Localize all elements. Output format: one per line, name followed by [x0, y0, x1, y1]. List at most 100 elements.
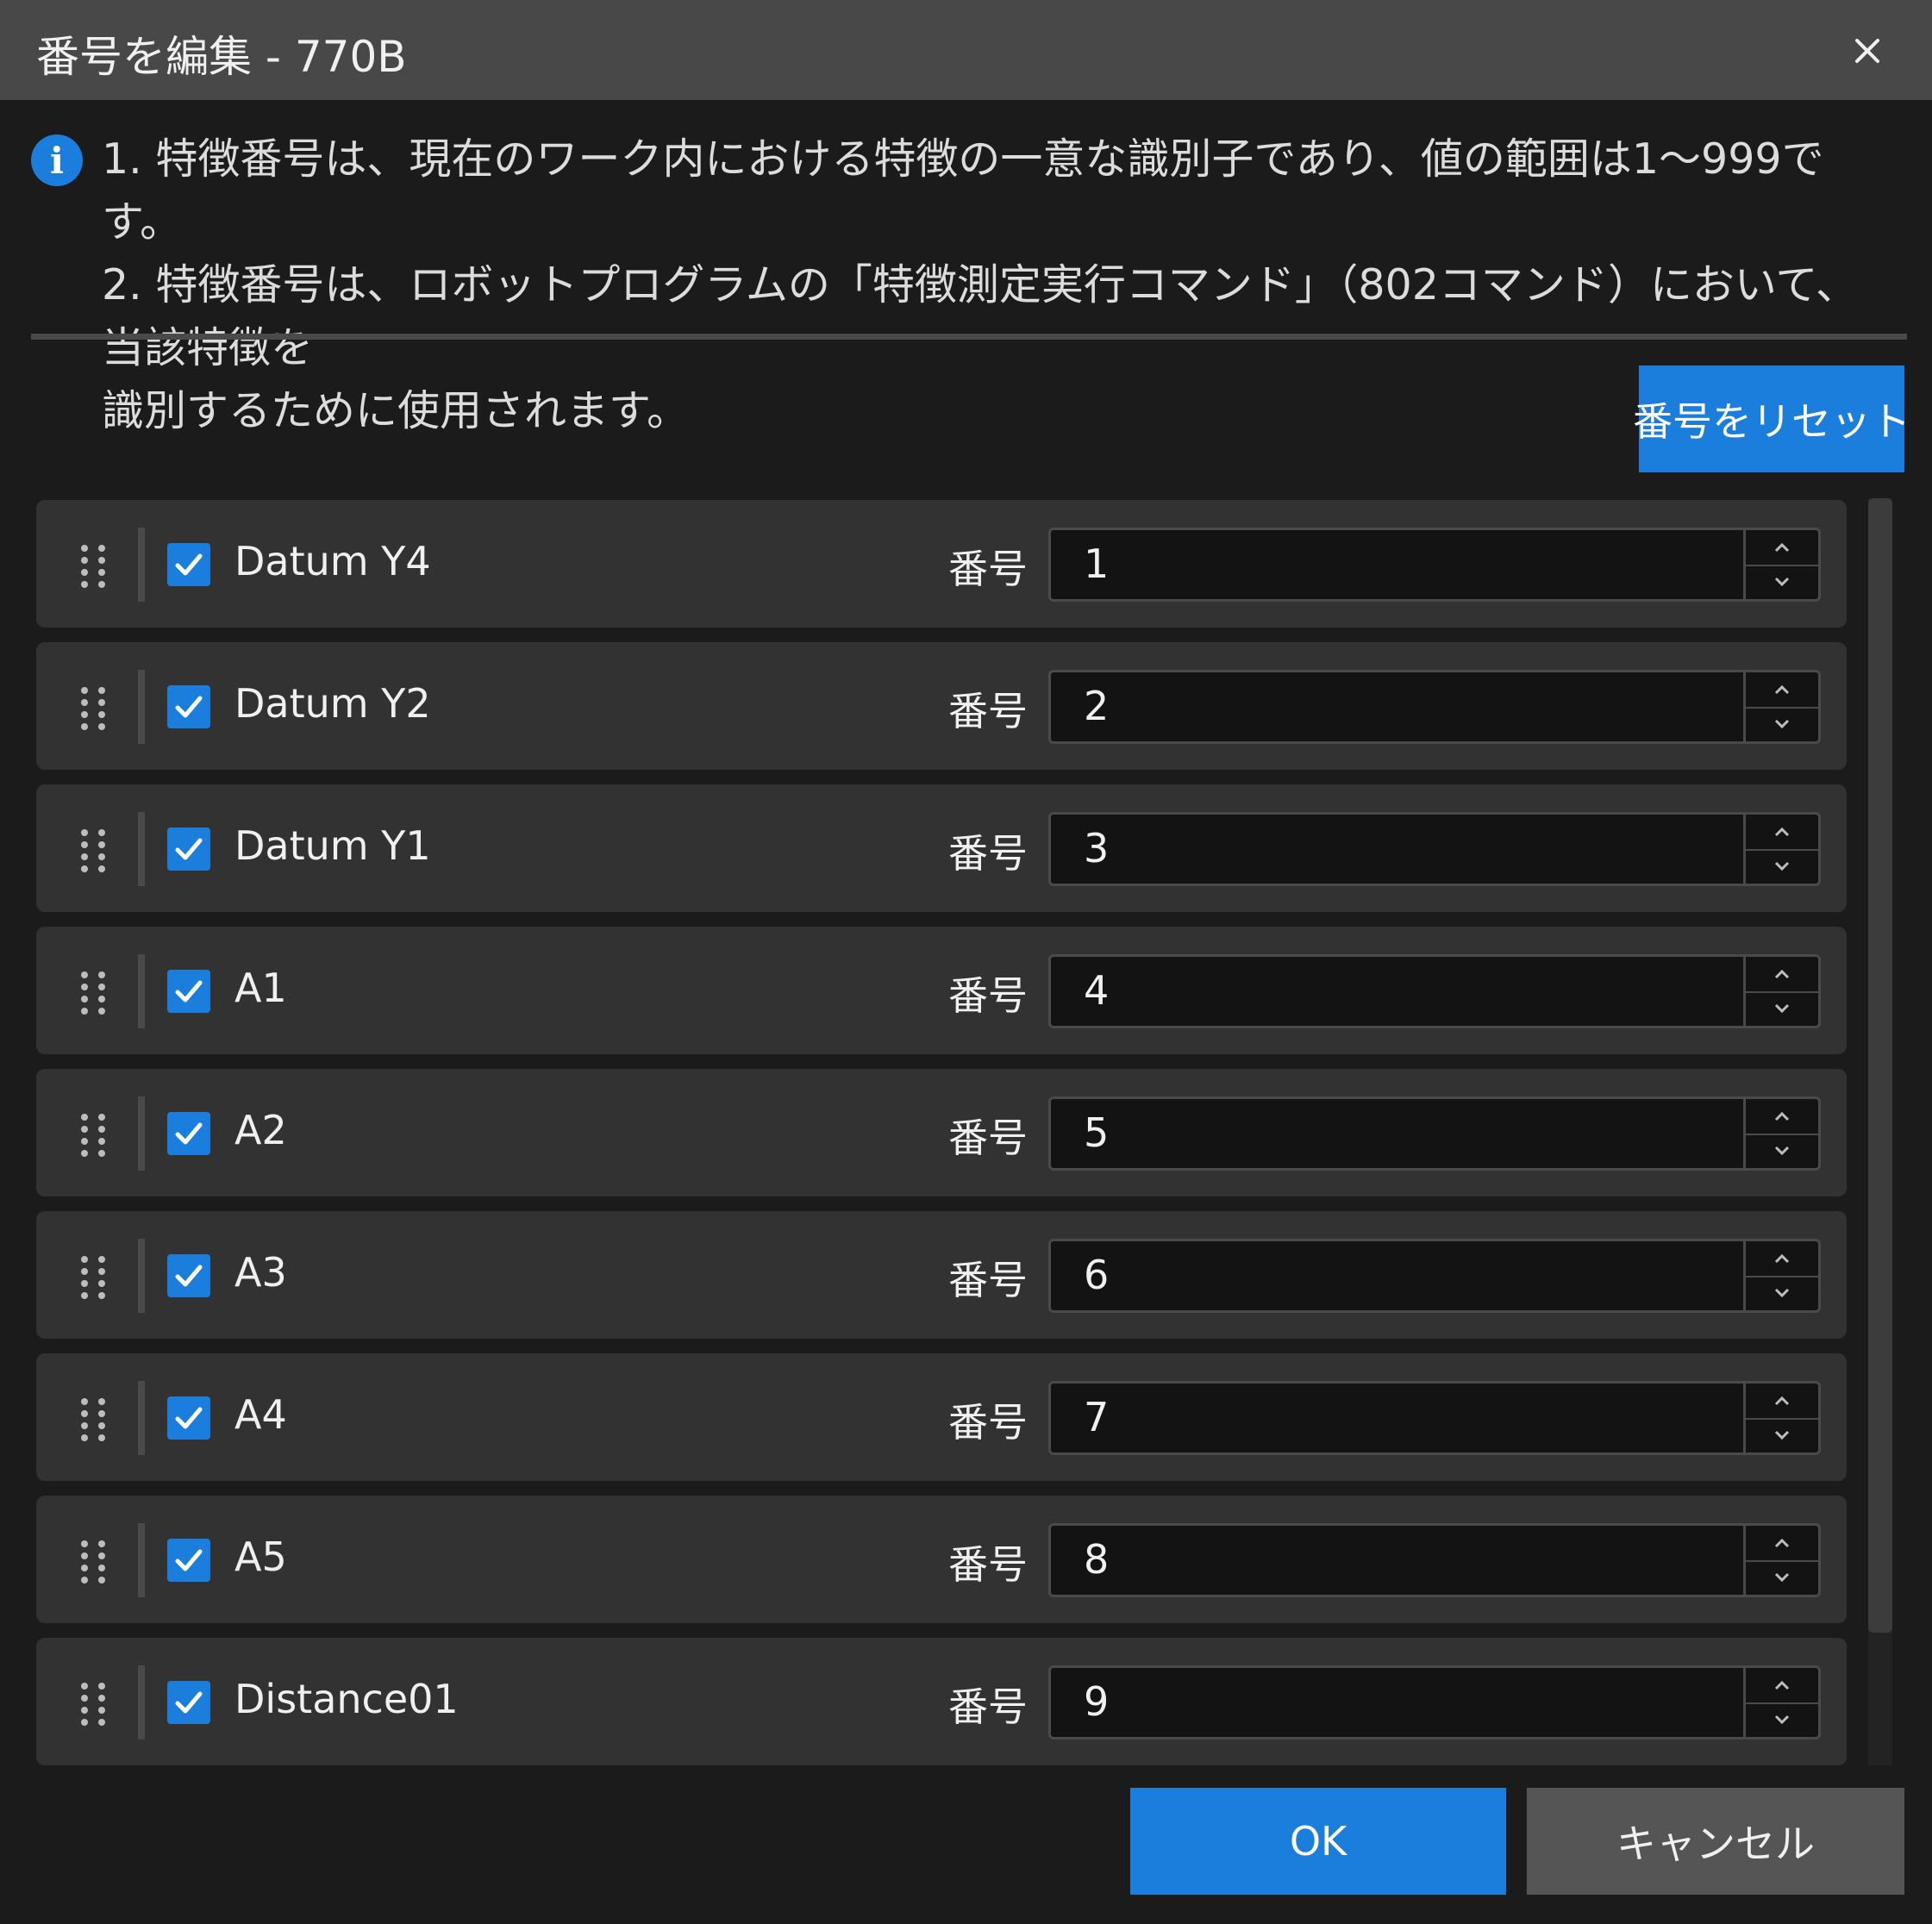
- number-value[interactable]: 2: [1084, 683, 1109, 729]
- number-input[interactable]: 5: [1048, 1096, 1821, 1171]
- info-icon: i: [31, 134, 83, 186]
- number-value[interactable]: 5: [1084, 1109, 1109, 1156]
- number-label: 番号: [948, 1684, 1028, 1730]
- number-value[interactable]: 3: [1084, 825, 1109, 871]
- spin-up-icon[interactable]: [1746, 815, 1818, 851]
- checkmark-icon: [175, 1691, 203, 1714]
- feature-row[interactable]: Datum Y2 番号 2: [36, 642, 1847, 770]
- number-input[interactable]: 6: [1048, 1239, 1821, 1313]
- number-spinner[interactable]: [1743, 957, 1818, 1026]
- feature-checkbox[interactable]: [167, 1112, 210, 1155]
- spin-up-icon[interactable]: [1746, 1384, 1818, 1420]
- number-value[interactable]: 9: [1084, 1678, 1109, 1725]
- spin-down-icon[interactable]: [1746, 991, 1818, 1026]
- spin-down-icon[interactable]: [1746, 565, 1818, 599]
- drag-handle-icon[interactable]: [76, 685, 110, 730]
- spin-up-icon[interactable]: [1746, 530, 1818, 566]
- number-value[interactable]: 4: [1084, 967, 1109, 1014]
- drag-handle-icon[interactable]: [76, 1396, 110, 1441]
- number-spinner[interactable]: [1743, 1526, 1818, 1595]
- cancel-button[interactable]: キャンセル: [1527, 1788, 1904, 1895]
- feature-name: Datum Y4: [234, 538, 431, 584]
- number-spinner[interactable]: [1743, 1384, 1818, 1452]
- info-message: 1. 特徴番号は、現在のワーク内における特徴の一意な識別子であり、値の範囲は1～…: [102, 128, 1895, 442]
- drag-handle-icon[interactable]: [76, 828, 110, 872]
- spin-up-icon[interactable]: [1746, 1668, 1818, 1704]
- scrollbar[interactable]: [1868, 498, 1892, 1765]
- feature-row[interactable]: A5 番号 8: [36, 1496, 1847, 1623]
- spin-up-icon[interactable]: [1746, 1526, 1818, 1562]
- drag-handle-icon[interactable]: [76, 970, 110, 1015]
- number-input[interactable]: 9: [1048, 1665, 1821, 1740]
- drag-handle-icon[interactable]: [76, 543, 110, 588]
- number-input[interactable]: 2: [1048, 670, 1821, 744]
- drag-handle-icon[interactable]: [76, 1681, 110, 1726]
- spin-down-icon[interactable]: [1746, 1418, 1818, 1452]
- feature-name: A1: [234, 965, 287, 1011]
- number-spinner[interactable]: [1743, 815, 1818, 884]
- feature-checkbox[interactable]: [167, 1539, 210, 1582]
- number-input[interactable]: 8: [1048, 1523, 1821, 1597]
- drag-handle-icon[interactable]: [76, 1254, 110, 1299]
- number-input[interactable]: 4: [1048, 954, 1821, 1028]
- feature-row[interactable]: A3 番号 6: [36, 1211, 1847, 1339]
- spin-down-icon[interactable]: [1746, 1276, 1818, 1310]
- info-line-2: 2. 特徴番号は、ロボットプログラムの「特徴測定実行コマンド」（802コマンド）…: [102, 260, 1858, 372]
- number-value[interactable]: 6: [1084, 1252, 1109, 1298]
- checkmark-icon: [175, 838, 203, 860]
- spin-down-icon[interactable]: [1746, 1560, 1818, 1595]
- feature-row[interactable]: Datum Y4 番号 1: [36, 500, 1847, 628]
- scrollbar-thumb[interactable]: [1868, 498, 1892, 1633]
- feature-name: Distance01: [234, 1676, 459, 1722]
- number-value[interactable]: 7: [1084, 1394, 1109, 1440]
- feature-checkbox[interactable]: [167, 1254, 210, 1297]
- checkmark-icon: [175, 980, 203, 1003]
- number-label: 番号: [948, 972, 1028, 1019]
- feature-row[interactable]: Distance01 番号 9: [36, 1638, 1847, 1765]
- checkmark-icon: [175, 1265, 203, 1287]
- info-line-3: 識別するために使用されます。: [102, 386, 690, 435]
- checkmark-icon: [175, 1122, 203, 1145]
- feature-checkbox[interactable]: [167, 1396, 210, 1440]
- spin-up-icon[interactable]: [1746, 957, 1818, 993]
- spin-down-icon[interactable]: [1746, 1134, 1818, 1168]
- feature-checkbox[interactable]: [167, 970, 210, 1013]
- dialog-titlebar: 番号を編集 - 770B: [0, 0, 1932, 100]
- close-icon[interactable]: [1837, 21, 1898, 81]
- feature-row[interactable]: A1 番号 4: [36, 927, 1847, 1054]
- number-value[interactable]: 8: [1084, 1536, 1109, 1583]
- spin-up-icon[interactable]: [1746, 672, 1818, 709]
- spin-up-icon[interactable]: [1746, 1099, 1818, 1135]
- row-separator: [138, 1239, 145, 1313]
- spin-up-icon[interactable]: [1746, 1241, 1818, 1277]
- number-label: 番号: [948, 1541, 1028, 1588]
- spin-down-icon[interactable]: [1746, 707, 1818, 741]
- feature-row[interactable]: Datum Y1 番号 3: [36, 784, 1847, 912]
- ok-button[interactable]: OK: [1130, 1788, 1506, 1895]
- spin-down-icon[interactable]: [1746, 849, 1818, 884]
- feature-checkbox[interactable]: [167, 828, 210, 871]
- feature-row[interactable]: A2 番号 5: [36, 1069, 1847, 1196]
- reset-numbers-button[interactable]: 番号をリセット: [1633, 365, 1910, 472]
- feature-name: Datum Y2: [234, 680, 431, 727]
- feature-checkbox[interactable]: [167, 1681, 210, 1724]
- number-input[interactable]: 3: [1048, 812, 1821, 886]
- feature-checkbox[interactable]: [167, 543, 210, 586]
- drag-handle-icon[interactable]: [76, 1112, 110, 1157]
- feature-row[interactable]: A4 番号 7: [36, 1353, 1847, 1481]
- row-separator: [138, 812, 145, 886]
- number-label: 番号: [948, 688, 1028, 734]
- drag-handle-icon[interactable]: [76, 1539, 110, 1584]
- number-value[interactable]: 1: [1084, 540, 1109, 587]
- feature-checkbox[interactable]: [167, 685, 210, 728]
- number-input[interactable]: 1: [1048, 528, 1821, 602]
- number-spinner[interactable]: [1743, 1241, 1818, 1310]
- spin-down-icon[interactable]: [1746, 1702, 1818, 1737]
- number-spinner[interactable]: [1743, 530, 1818, 599]
- number-spinner[interactable]: [1743, 672, 1818, 741]
- row-separator: [138, 670, 145, 744]
- number-input[interactable]: 7: [1048, 1381, 1821, 1455]
- number-spinner[interactable]: [1743, 1099, 1818, 1168]
- number-label: 番号: [948, 1257, 1028, 1303]
- number-spinner[interactable]: [1743, 1668, 1818, 1737]
